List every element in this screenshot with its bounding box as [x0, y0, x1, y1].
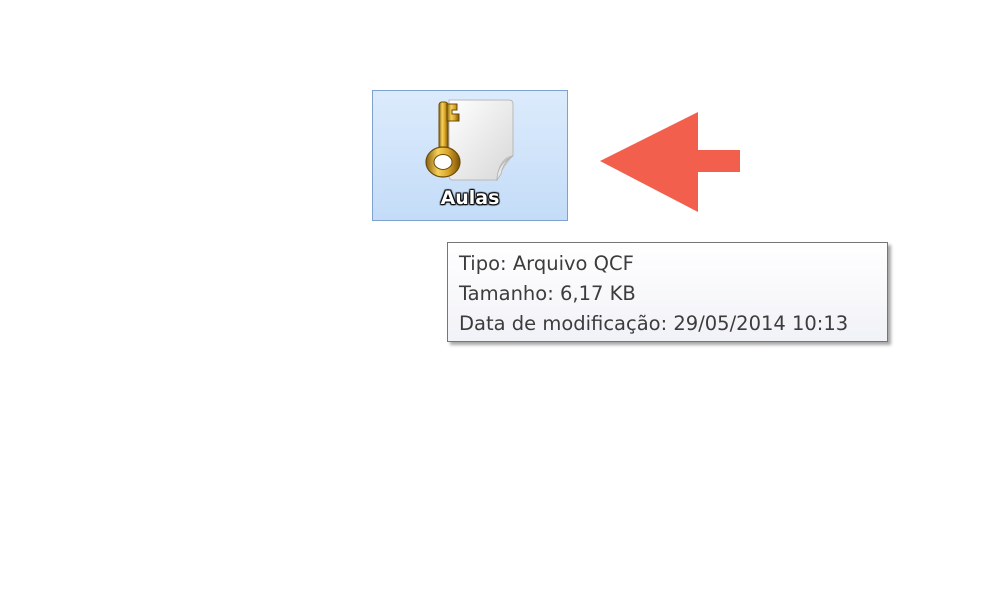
tooltip-size-value: 6,17 KB [560, 282, 636, 305]
tooltip-modified-value: 29/05/2014 10:13 [673, 312, 849, 335]
file-name-label: Aulas [440, 187, 500, 209]
tooltip-modified: Data de modificação: 29/05/2014 10:13 [459, 309, 876, 339]
key-document-icon [425, 99, 514, 182]
file-item-aulas[interactable]: Aulas [372, 90, 568, 221]
desktop: Aulas Tipo: Arquivo QCF Tamanho: 6,17 KB… [0, 0, 984, 605]
tooltip-type: Tipo: Arquivo QCF [459, 249, 876, 279]
tooltip-modified-label: Data de modificação: [459, 312, 668, 335]
tooltip-type-value: Arquivo QCF [512, 252, 634, 275]
pointer-arrow-icon [600, 112, 740, 212]
tooltip-size-label: Tamanho: [459, 282, 554, 305]
tooltip-type-label: Tipo: [459, 252, 507, 275]
file-info-tooltip: Tipo: Arquivo QCF Tamanho: 6,17 KB Data … [447, 242, 888, 342]
tooltip-size: Tamanho: 6,17 KB [459, 279, 876, 309]
